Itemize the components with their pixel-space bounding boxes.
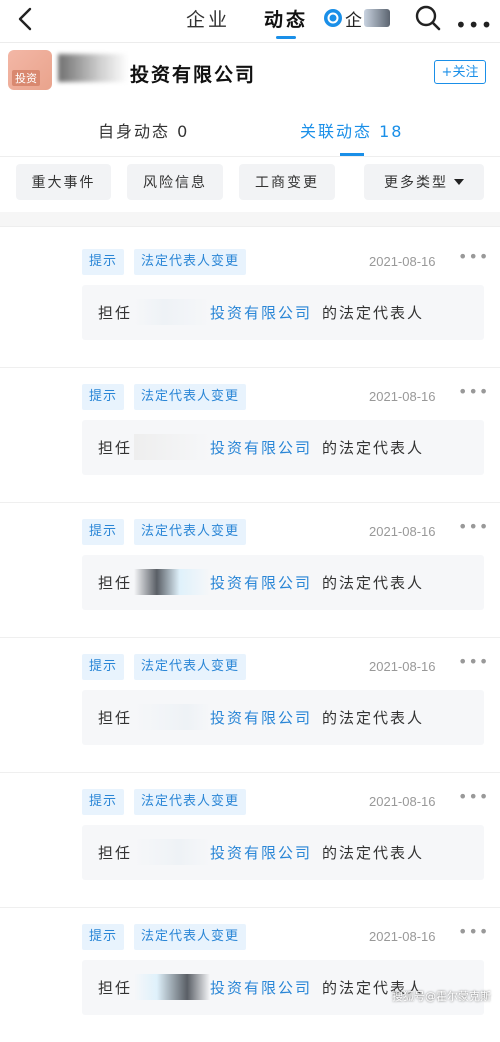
more-options-icon[interactable]: ••• xyxy=(455,13,493,37)
section-separator xyxy=(0,212,500,227)
tab-dynamics[interactable]: 动态 xyxy=(264,5,308,32)
event-content: 担任 投资有限公司 的法定代表人 xyxy=(82,420,484,475)
tag-legal-rep-change: 法定代表人变更 xyxy=(134,924,247,950)
event-date: 2021-08-16 xyxy=(369,659,436,674)
tag-legal-rep-change: 法定代表人变更 xyxy=(134,384,247,410)
event-date: 2021-08-16 xyxy=(369,389,436,404)
divider xyxy=(0,156,500,157)
company-link[interactable]: 投资有限公司 xyxy=(210,842,312,863)
redacted-blur xyxy=(134,839,210,865)
event-suffix: 的法定代表人 xyxy=(322,709,425,727)
redacted-blur xyxy=(134,299,210,325)
active-tab-indicator xyxy=(276,36,296,39)
back-arrow-icon[interactable] xyxy=(14,6,40,32)
filter-more-types-label: 更多类型 xyxy=(384,175,448,191)
event-date: 2021-08-16 xyxy=(369,929,436,944)
event-content: 担任 投资有限公司 的法定代表人 xyxy=(82,285,484,340)
tag-hint: 提示 xyxy=(82,249,125,275)
event-content: 担任 投资有限公司 的法定代表人 xyxy=(82,825,484,880)
tag-hint: 提示 xyxy=(82,519,125,545)
tag-legal-rep-change: 法定代表人变更 xyxy=(134,654,247,680)
event-content: 担任 投资有限公司 的法定代表人 xyxy=(82,555,484,610)
company-link[interactable]: 投资有限公司 xyxy=(210,302,312,323)
tag-legal-rep-change: 法定代表人变更 xyxy=(134,789,247,815)
redacted-blur xyxy=(364,9,390,27)
event-item[interactable]: 提示 法定代表人变更 2021-08-16 ••• 担任 投资有限公司 的法定代… xyxy=(0,772,500,908)
event-content: 担任 投资有限公司 的法定代表人 xyxy=(82,690,484,745)
redacted-company-prefix xyxy=(58,54,128,82)
qcc-label: 企 xyxy=(345,10,362,31)
redacted-blur xyxy=(134,434,210,460)
event-prefix: 担任 xyxy=(98,844,133,862)
event-prefix: 担任 xyxy=(98,439,133,457)
event-prefix: 担任 xyxy=(98,574,133,592)
filter-more-types[interactable]: 更多类型 xyxy=(364,164,484,200)
tag-hint: 提示 xyxy=(82,924,125,950)
top-nav-bar: 企业 动态 企 ••• xyxy=(0,0,500,43)
follow-button[interactable]: +关注 xyxy=(434,60,486,84)
event-item[interactable]: 提示 法定代表人变更 2021-08-16 ••• 担任 投资有限公司 的法定代… xyxy=(0,502,500,638)
tag-hint: 提示 xyxy=(82,654,125,680)
company-link[interactable]: 投资有限公司 xyxy=(210,572,312,593)
caret-down-icon xyxy=(454,179,464,185)
company-link[interactable]: 投资有限公司 xyxy=(210,437,312,458)
event-more-icon[interactable]: ••• xyxy=(458,382,489,401)
company-link[interactable]: 投资有限公司 xyxy=(210,977,312,998)
event-item[interactable]: 提示 法定代表人变更 2021-08-16 ••• 担任 投资有限公司 的法定代… xyxy=(0,232,500,368)
event-item[interactable]: 提示 法定代表人变更 2021-08-16 ••• 担任 投资有限公司 的法定代… xyxy=(0,367,500,503)
subtab-own-dynamics[interactable]: 自身动态 0 xyxy=(98,118,189,142)
tab-enterprise[interactable]: 企业 xyxy=(186,5,230,32)
event-more-icon[interactable]: ••• xyxy=(458,517,489,536)
event-suffix: 的法定代表人 xyxy=(322,439,425,457)
event-prefix: 担任 xyxy=(98,304,133,322)
filter-business-change[interactable]: 工商变更 xyxy=(239,164,335,200)
filter-major-events[interactable]: 重大事件 xyxy=(16,164,111,200)
event-more-icon[interactable]: ••• xyxy=(458,247,489,266)
event-suffix: 的法定代表人 xyxy=(322,304,425,322)
tag-legal-rep-change: 法定代表人变更 xyxy=(134,249,247,275)
redacted-blur xyxy=(134,704,210,730)
event-date: 2021-08-16 xyxy=(369,254,436,269)
event-prefix: 担任 xyxy=(98,979,133,997)
redacted-blur xyxy=(134,569,210,595)
event-prefix: 担任 xyxy=(98,709,133,727)
event-more-icon[interactable]: ••• xyxy=(458,787,489,806)
event-suffix: 的法定代表人 xyxy=(322,574,425,592)
company-logo-label: 投资 xyxy=(12,70,40,86)
watermark: 搜狐号@霍尔蒙克斯 xyxy=(392,990,491,1003)
company-link[interactable]: 投资有限公司 xyxy=(210,707,312,728)
event-date: 2021-08-16 xyxy=(369,794,436,809)
tag-hint: 提示 xyxy=(82,384,125,410)
event-item[interactable]: 提示 法定代表人变更 2021-08-16 ••• 担任 投资有限公司 的法定代… xyxy=(0,907,500,1042)
qcc-logo-icon xyxy=(324,9,342,27)
event-date: 2021-08-16 xyxy=(369,524,436,539)
event-suffix: 的法定代表人 xyxy=(322,844,425,862)
event-more-icon[interactable]: ••• xyxy=(458,922,489,941)
tag-hint: 提示 xyxy=(82,789,125,815)
event-item[interactable]: 提示 法定代表人变更 2021-08-16 ••• 担任 投资有限公司 的法定代… xyxy=(0,637,500,773)
subtab-related-dynamics[interactable]: 关联动态 18 xyxy=(300,118,403,142)
filter-risk-info[interactable]: 风险信息 xyxy=(127,164,223,200)
qcc-shortcut[interactable]: 企 xyxy=(324,8,390,31)
company-name: 投资有限公司 xyxy=(130,64,257,86)
event-more-icon[interactable]: ••• xyxy=(458,652,489,671)
tag-legal-rep-change: 法定代表人变更 xyxy=(134,519,247,545)
search-icon[interactable] xyxy=(414,4,442,32)
redacted-blur xyxy=(134,974,210,1000)
